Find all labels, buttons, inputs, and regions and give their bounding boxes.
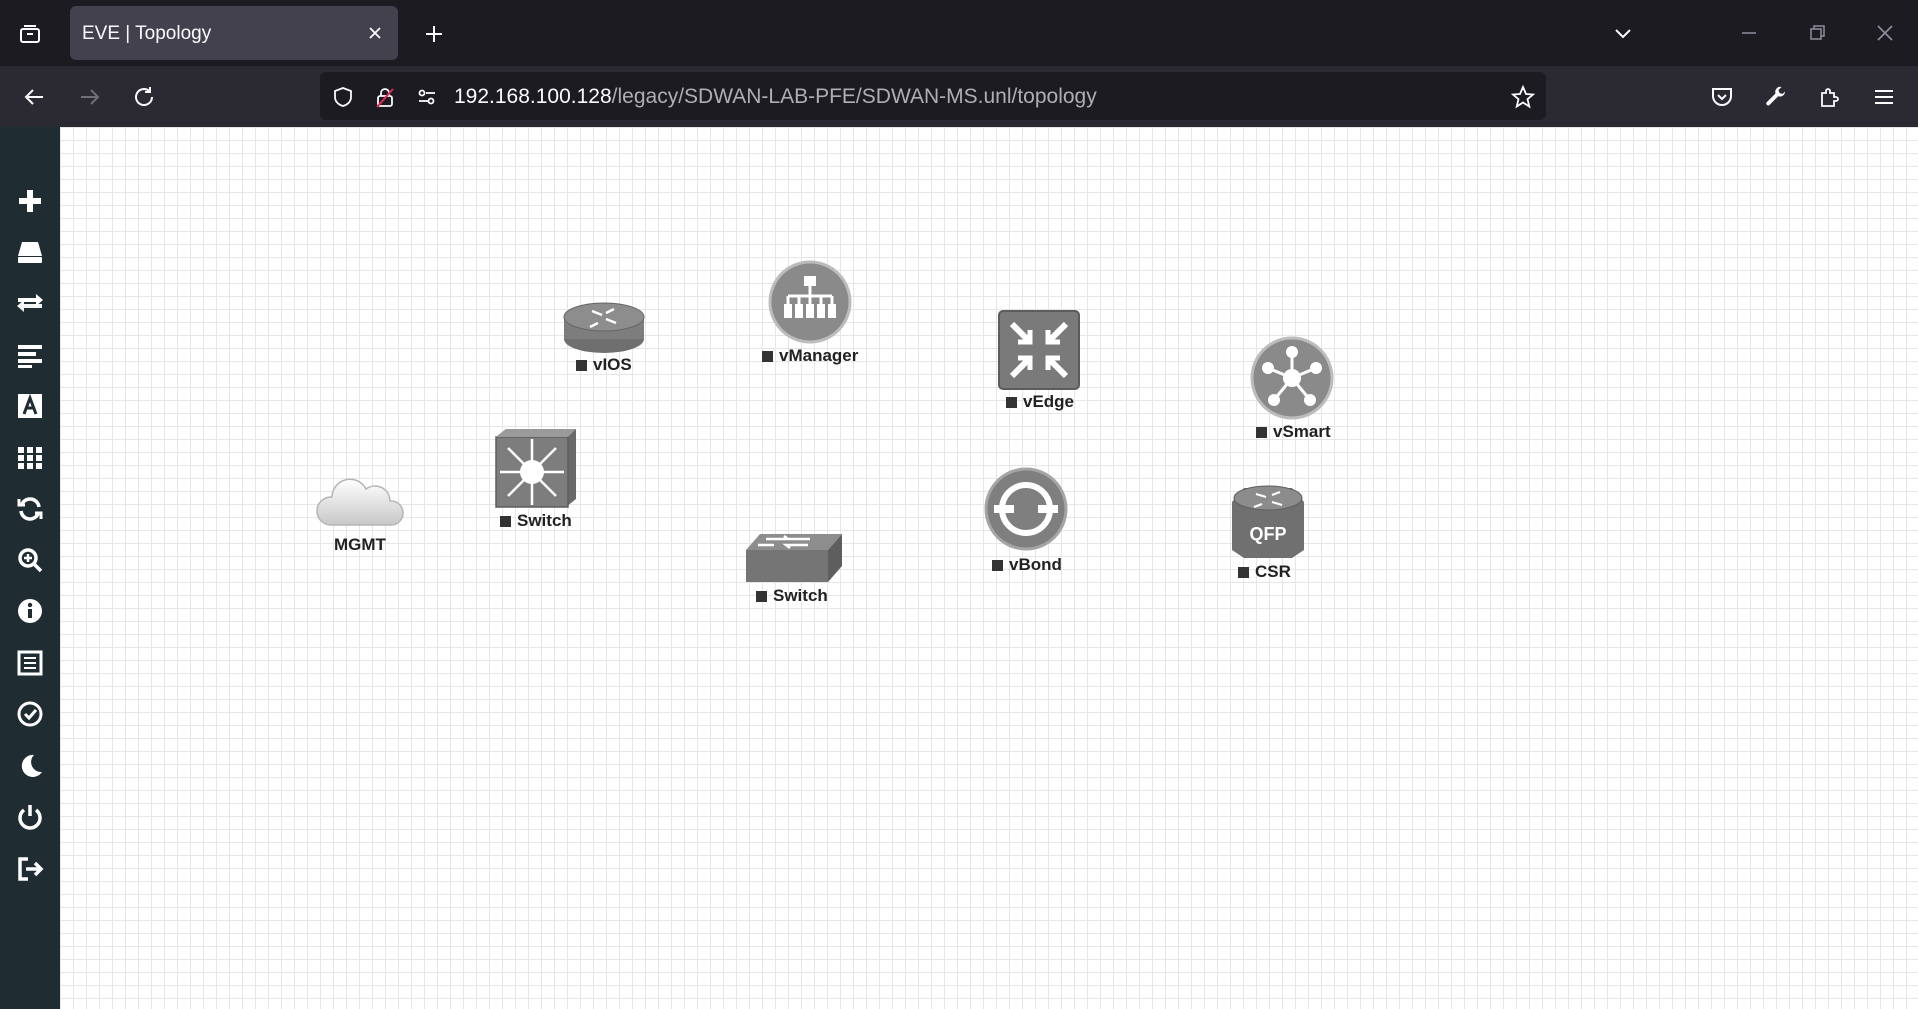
cloud-icon bbox=[316, 478, 404, 526]
node-status-indicator bbox=[500, 515, 511, 527]
active-tab[interactable]: EVE | Topology bbox=[70, 6, 398, 60]
plus-icon[interactable] bbox=[418, 18, 450, 50]
startup-configs-icon[interactable] bbox=[12, 337, 48, 373]
node-label: vIOS bbox=[576, 355, 632, 375]
list-icon[interactable] bbox=[12, 645, 48, 681]
l2-switch-icon bbox=[746, 534, 842, 582]
node-status-indicator bbox=[1256, 426, 1267, 438]
forward-arrow-icon[interactable] bbox=[72, 80, 106, 114]
back-arrow-icon[interactable] bbox=[18, 80, 52, 114]
info-icon[interactable] bbox=[12, 593, 48, 629]
reload-icon[interactable] bbox=[127, 80, 161, 114]
node-vios[interactable]: vIOS bbox=[562, 295, 646, 374]
node-label: CSR bbox=[1238, 562, 1291, 582]
permissions-icon[interactable] bbox=[414, 84, 440, 110]
grid-icon[interactable] bbox=[12, 440, 48, 476]
topology-canvas[interactable]: MGMT vIOS vManager vEdge vSmart Switch S… bbox=[60, 127, 1918, 1009]
url-host: 192.168.100.128 bbox=[454, 85, 612, 108]
hamburger-icon[interactable] bbox=[1867, 80, 1901, 114]
power-icon[interactable] bbox=[12, 799, 48, 835]
node-label: Switch bbox=[756, 586, 828, 606]
lock-insecure-icon[interactable] bbox=[372, 84, 398, 110]
node-status-indicator bbox=[1006, 396, 1017, 408]
node-csr[interactable]: QFP CSR bbox=[1228, 482, 1308, 581]
close-icon[interactable] bbox=[362, 20, 388, 46]
node-status-indicator bbox=[1238, 566, 1249, 578]
url-text[interactable]: 192.168.100.128/legacy/SDWAN-LAB-PFE/SDW… bbox=[454, 85, 1097, 109]
nodes-icon[interactable] bbox=[12, 234, 48, 270]
shield-icon[interactable] bbox=[330, 84, 356, 110]
puzzle-icon[interactable] bbox=[1813, 80, 1847, 114]
node-vedge[interactable]: vEdge bbox=[998, 310, 1080, 411]
vmanage-icon bbox=[768, 260, 852, 344]
node-label: Switch bbox=[500, 511, 572, 531]
url-path: /legacy/SDWAN-LAB-PFE/SDWAN-MS.unl/topol… bbox=[611, 85, 1097, 108]
node-switch-l2[interactable]: Switch bbox=[744, 532, 844, 605]
window-close-icon[interactable] bbox=[1868, 16, 1902, 50]
navigation-bar: 192.168.100.128/legacy/SDWAN-LAB-PFE/SDW… bbox=[0, 66, 1918, 127]
pocket-icon[interactable] bbox=[1705, 80, 1739, 114]
svg-text:QFP: QFP bbox=[1249, 524, 1286, 544]
tab-title: EVE | Topology bbox=[82, 23, 212, 44]
tab-strip: EVE | Topology bbox=[0, 0, 1918, 66]
node-switch-l3[interactable]: Switch bbox=[494, 427, 578, 530]
node-status-indicator bbox=[756, 590, 767, 602]
star-icon[interactable] bbox=[1510, 84, 1536, 110]
chevron-down-icon[interactable] bbox=[1606, 16, 1640, 50]
node-status-indicator bbox=[992, 559, 1003, 571]
vedge-icon bbox=[998, 310, 1080, 390]
eve-sidebar bbox=[0, 127, 60, 1009]
node-vsmart[interactable]: vSmart bbox=[1250, 336, 1334, 441]
node-label: vSmart bbox=[1256, 422, 1331, 442]
node-vmanager[interactable]: vManager bbox=[762, 260, 858, 365]
node-status-indicator bbox=[762, 350, 773, 362]
vsmart-icon bbox=[1250, 336, 1334, 420]
networks-icon[interactable] bbox=[12, 285, 48, 321]
moon-icon[interactable] bbox=[12, 748, 48, 784]
url-bar[interactable]: 192.168.100.128/legacy/SDWAN-LAB-PFE/SDW… bbox=[320, 72, 1546, 120]
minimize-icon[interactable] bbox=[1732, 16, 1766, 50]
l3-switch-icon bbox=[495, 429, 576, 508]
tab-list-icon[interactable] bbox=[14, 18, 46, 50]
node-label: MGMT bbox=[334, 535, 386, 554]
vbond-icon bbox=[984, 467, 1068, 551]
logout-icon[interactable] bbox=[12, 851, 48, 887]
check-icon[interactable] bbox=[12, 696, 48, 732]
node-mgmt-cloud[interactable]: MGMT bbox=[312, 473, 408, 554]
node-status-indicator bbox=[576, 359, 587, 371]
plus-icon[interactable] bbox=[12, 183, 48, 219]
text-icon[interactable] bbox=[12, 388, 48, 424]
zoom-icon[interactable] bbox=[12, 542, 48, 578]
csr-icon: QFP bbox=[1232, 485, 1304, 558]
router-icon bbox=[563, 302, 645, 353]
restore-icon[interactable] bbox=[1800, 16, 1834, 50]
node-label: vEdge bbox=[1006, 392, 1074, 412]
refresh-icon[interactable] bbox=[12, 491, 48, 527]
wrench-icon[interactable] bbox=[1759, 80, 1793, 114]
node-label: vBond bbox=[992, 555, 1062, 575]
node-label: vManager bbox=[762, 346, 858, 366]
node-vbond[interactable]: vBond bbox=[984, 467, 1068, 574]
